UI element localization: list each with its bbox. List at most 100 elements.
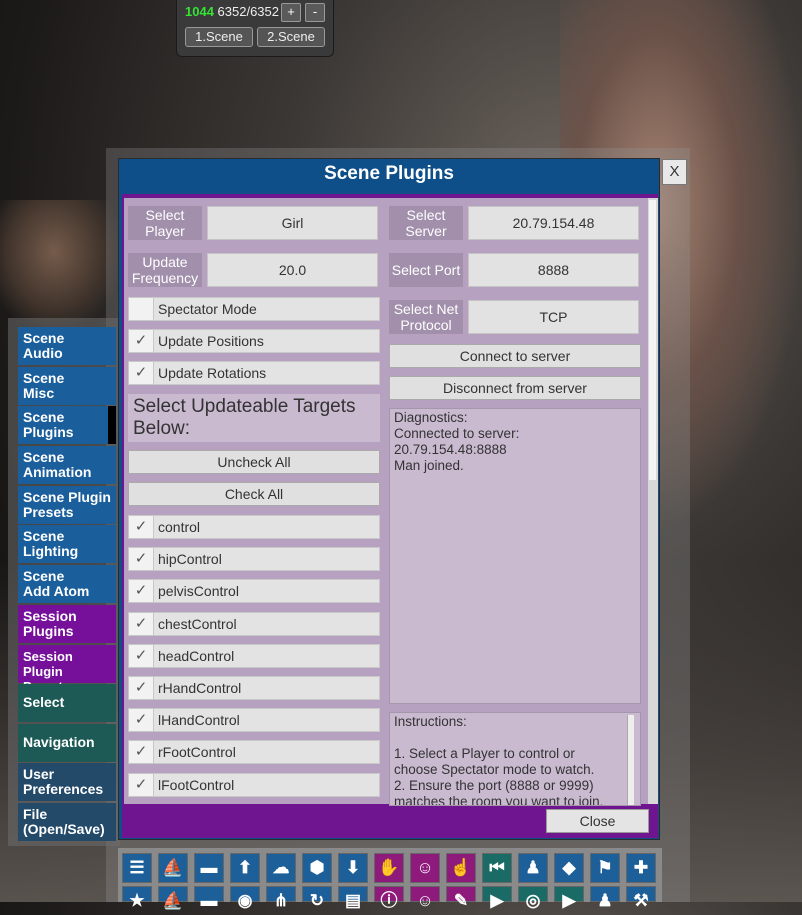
nav-file-open-save-button[interactable]: File (Open/Save) (18, 803, 116, 841)
spectator-mode-checkbox[interactable] (129, 298, 154, 320)
nav-navigation-button[interactable]: Navigation (18, 724, 116, 762)
target-toggle-control[interactable]: ✓ control (128, 515, 380, 539)
update-positions-checkbox[interactable]: ✓ (129, 330, 154, 352)
inbox-download-icon[interactable]: ⬇ (338, 853, 368, 883)
nav-scene-plugin-presets-button[interactable]: Scene Plugin Presets (18, 486, 116, 524)
tag-icon[interactable]: ✎ (446, 886, 476, 910)
content-scrollbar[interactable] (648, 198, 658, 804)
tools-icon[interactable]: ⚒ (626, 886, 656, 910)
instructions-line (394, 730, 636, 746)
cube-icon[interactable]: ⬢ (302, 853, 332, 883)
nav-scene-add-atom-button[interactable]: Scene Add Atom (18, 565, 116, 603)
increase-button[interactable]: + (281, 3, 301, 22)
menu-icon[interactable]: ☰ (122, 853, 152, 883)
update-frequency-field[interactable]: 20.0 (207, 253, 378, 287)
select-port-popup[interactable]: 8888 (468, 253, 639, 287)
update-positions-toggle[interactable]: ✓ Update Positions (128, 329, 380, 353)
nav-label-line: Select (23, 694, 65, 710)
select-player-popup[interactable]: Girl (207, 206, 378, 240)
scrollbar-thumb[interactable] (649, 200, 656, 480)
instructions-scrollbar[interactable] (627, 715, 634, 805)
skip-back-icon[interactable]: ⏮ (482, 853, 512, 883)
branch-icon[interactable]: ⋔ (266, 886, 296, 910)
target-checkbox[interactable]: ✓ (129, 613, 154, 635)
nav-label-line: Scene (23, 370, 65, 386)
target-toggle-headControl[interactable]: ✓ headControl (128, 644, 380, 668)
update-rotations-checkbox[interactable]: ✓ (129, 362, 154, 384)
nav-scene-lighting-button[interactable]: Scene Lighting (18, 525, 116, 563)
scene-1-button[interactable]: 1.Scene (185, 27, 253, 47)
person-network-icon[interactable]: ♟ (590, 886, 620, 910)
nav-label-line: (Open/Save) (23, 821, 105, 837)
target-checkbox[interactable]: ✓ (129, 548, 154, 570)
uncheck-all-button[interactable]: Uncheck All (128, 450, 380, 474)
target-checkbox[interactable]: ✓ (129, 516, 154, 538)
person-alt-icon[interactable]: ☺ (410, 886, 440, 910)
person-add-icon[interactable]: ☺ (410, 853, 440, 883)
hand-pointer-icon[interactable]: ☝ (446, 853, 476, 883)
close-button[interactable]: Close (546, 809, 649, 833)
nav-scene-animation-button[interactable]: Scene Animation (18, 446, 116, 484)
nav-scene-audio-button[interactable]: Scene Audio (18, 327, 116, 365)
target-checkbox[interactable]: ✓ (129, 677, 154, 699)
document-icon[interactable]: ▤ (338, 886, 368, 910)
nav-session-plugin-presets-button[interactable]: Session PluginPresets (18, 645, 116, 694)
update-rotations-toggle[interactable]: ✓ Update Rotations (128, 361, 380, 385)
nav-label-line: File (23, 806, 48, 822)
star-icon[interactable]: ★ (122, 886, 152, 910)
plus-icon[interactable]: ✚ (626, 853, 656, 883)
check-all-button[interactable]: Check All (128, 482, 380, 506)
flag-icon[interactable]: ⚑ (590, 853, 620, 883)
nav-session-plugins-button[interactable]: Session Plugins (18, 605, 116, 643)
unity-icon[interactable]: ◆ (554, 853, 584, 883)
nav-label-line: Add Atom (23, 583, 90, 599)
compass-icon[interactable]: ◎ (518, 886, 548, 910)
target-checkbox[interactable]: ✓ (129, 645, 154, 667)
target-toggle-lHandControl[interactable]: ✓ lHandControl (128, 708, 380, 732)
nav-label-line: Preferences (23, 781, 104, 797)
scene-red-icon[interactable]: ⬆ (230, 853, 260, 883)
cloud-download-icon[interactable]: ☁ (266, 853, 296, 883)
play-alt-icon[interactable]: ▶ (554, 886, 584, 910)
target-checkbox[interactable]: ✓ (129, 709, 154, 731)
nav-user-preferences-button[interactable]: User Preferences (18, 763, 116, 801)
select-server-popup[interactable]: 20.79.154.48 (468, 206, 639, 240)
target-toggle-lFootControl[interactable]: ✓ lFootControl (128, 773, 380, 797)
person-icon[interactable]: ♟ (518, 853, 548, 883)
instructions-text[interactable]: Instructions: 1. Select a Player to cont… (389, 712, 641, 806)
target-toggle-rFootControl[interactable]: ✓ rFootControl (128, 740, 380, 764)
hand-icon[interactable]: ✋ (374, 853, 404, 883)
target-toggle-rHandControl[interactable]: ✓ rHandControl (128, 676, 380, 700)
nav-scene-misc-button[interactable]: Scene Misc (18, 367, 116, 405)
play-icon[interactable]: ▶ (482, 886, 512, 910)
dialog-close-x-button[interactable]: X (662, 159, 687, 185)
scene-green-icon[interactable]: ⛵ (158, 853, 188, 883)
target-toggle-pelvisControl[interactable]: ✓ pelvisControl (128, 579, 380, 603)
instructions-line: matches the room you want to join. (394, 794, 604, 806)
target-checkbox[interactable]: ✓ (129, 774, 154, 796)
nav-scene-plugins-button[interactable]: Scene Plugins (18, 406, 116, 444)
nav-label-line: Session (23, 608, 77, 624)
select-player-label: Select Player (128, 206, 202, 240)
target-toggle-hipControl[interactable]: ✓ hipControl (128, 547, 380, 571)
select-port-label: Select Port (389, 253, 463, 287)
info-icon[interactable]: ⓘ (374, 886, 404, 910)
folder-alt-icon[interactable]: ▬ (194, 886, 224, 910)
scene-2-button[interactable]: 2.Scene (257, 27, 325, 47)
target-checkbox[interactable]: ✓ (129, 580, 154, 602)
nav-select-button[interactable]: Select (18, 684, 116, 722)
nav-label-line: Presets (23, 504, 74, 520)
connect-button[interactable]: Connect to server (389, 344, 641, 368)
disconnect-button[interactable]: Disconnect from server (389, 376, 641, 400)
net-protocol-popup[interactable]: TCP (468, 300, 639, 334)
scene-alt-icon[interactable]: ⛵ (158, 886, 188, 910)
camera-icon[interactable]: ◉ (230, 886, 260, 910)
target-label: pelvisControl (158, 583, 239, 599)
folder-open-icon[interactable]: ▬ (194, 853, 224, 883)
target-toggle-chestControl[interactable]: ✓ chestControl (128, 612, 380, 636)
spectator-mode-label: Spectator Mode (158, 301, 257, 317)
refresh-icon[interactable]: ↻ (302, 886, 332, 910)
target-checkbox[interactable]: ✓ (129, 741, 154, 763)
decrease-button[interactable]: - (305, 3, 325, 22)
spectator-mode-toggle[interactable]: Spectator Mode (128, 297, 380, 321)
